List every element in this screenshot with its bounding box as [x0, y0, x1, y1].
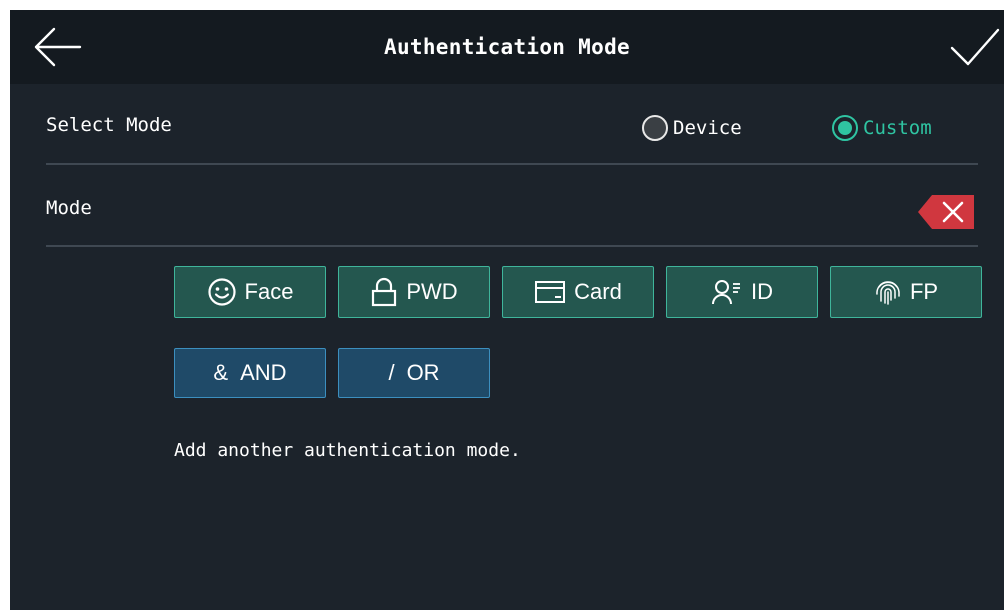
radio-selected-icon	[832, 115, 858, 141]
checkmark-icon	[950, 28, 1000, 66]
or-symbol: /	[388, 360, 395, 385]
id-button-label: ID	[751, 279, 773, 304]
radio-device-label: Device	[673, 117, 742, 139]
card-button[interactable]: Card	[502, 266, 654, 318]
card-icon	[534, 279, 566, 305]
or-button-label: OR	[406, 360, 440, 385]
radio-circle-icon	[642, 115, 668, 141]
pwd-button[interactable]: PWD	[338, 266, 490, 318]
back-button[interactable]	[30, 26, 84, 68]
id-button[interactable]: ID	[666, 266, 818, 318]
clear-mode-button[interactable]	[918, 195, 974, 229]
page-title: Authentication Mode	[384, 35, 630, 59]
face-button[interactable]: Face	[174, 266, 326, 318]
and-button[interactable]: & AND	[174, 348, 326, 398]
hint-text: Add another authentication mode.	[174, 440, 521, 461]
padlock-icon	[370, 277, 398, 307]
radio-device[interactable]: Device	[642, 113, 742, 143]
auth-mode-screen: Authentication Mode Select Mode Device C…	[10, 10, 1004, 610]
face-button-label: Face	[244, 279, 294, 304]
top-bar: Authentication Mode	[10, 10, 1004, 84]
divider	[46, 245, 978, 247]
and-symbol: &	[213, 360, 229, 385]
confirm-button[interactable]	[948, 24, 1002, 70]
fp-button-label: FP	[909, 279, 939, 304]
radio-custom[interactable]: Custom	[832, 113, 932, 143]
divider	[46, 163, 978, 165]
or-button[interactable]: / OR	[338, 348, 490, 398]
and-button-label: AND	[240, 360, 287, 385]
mode-label: Mode	[46, 197, 92, 219]
radio-custom-label: Custom	[863, 117, 932, 139]
select-mode-label: Select Mode	[46, 114, 172, 136]
pwd-button-label: PWD	[406, 279, 458, 304]
person-id-icon	[711, 278, 743, 306]
card-button-label: Card	[574, 279, 622, 304]
fingerprint-icon	[874, 278, 902, 306]
arrow-left-icon	[34, 27, 82, 67]
backspace-clear-icon	[918, 195, 974, 229]
smiley-face-icon	[207, 277, 237, 307]
fp-button[interactable]: FP	[830, 266, 982, 318]
